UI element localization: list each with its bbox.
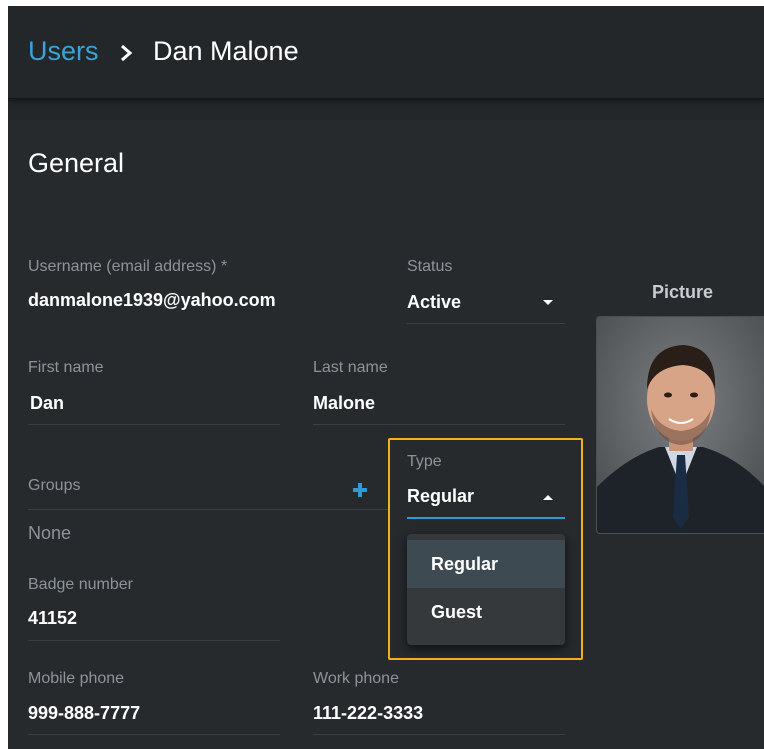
status-underline (407, 323, 565, 324)
work-phone-field[interactable]: 111-222-3333 (313, 703, 423, 724)
add-group-icon[interactable] (352, 482, 368, 498)
type-underline (407, 517, 565, 519)
work-phone-label: Work phone (313, 670, 399, 687)
badge-number-label: Badge number (28, 576, 133, 593)
user-avatar[interactable] (596, 316, 764, 534)
first-name-underline (28, 424, 280, 425)
type-label: Type (407, 453, 442, 470)
chevron-right-icon (121, 44, 133, 62)
type-dropdown-menu: Regular Guest (407, 534, 565, 645)
first-name-field[interactable]: Dan (30, 393, 64, 414)
last-name-field[interactable]: Malone (313, 393, 375, 414)
last-name-underline (313, 424, 565, 425)
username-field[interactable]: danmalone1939@yahoo.com (28, 290, 276, 311)
groups-underline (28, 509, 388, 510)
type-option-regular[interactable]: Regular (407, 540, 565, 588)
work-phone-underline (313, 734, 565, 735)
badge-number-underline (28, 640, 280, 641)
last-name-label: Last name (313, 359, 388, 376)
first-name-label: First name (28, 359, 104, 376)
type-select[interactable]: Regular (407, 486, 474, 507)
mobile-phone-underline (28, 734, 280, 735)
badge-number-field[interactable]: 41152 (28, 608, 77, 629)
type-option-guest[interactable]: Guest (407, 588, 565, 636)
picture-label: Picture (652, 282, 714, 302)
username-label: Username (email address) * (28, 258, 228, 275)
mobile-phone-label: Mobile phone (28, 670, 125, 687)
breadcrumb-users-link[interactable]: Users (28, 36, 99, 67)
section-title: General (28, 148, 125, 178)
status-label: Status (407, 258, 453, 275)
chevron-down-icon[interactable] (543, 300, 553, 305)
chevron-up-icon[interactable] (543, 495, 553, 500)
mobile-phone-field[interactable]: 999-888-7777 (28, 703, 140, 724)
app-window: Users Dan Malone General Username (email… (8, 6, 764, 749)
page-title: Dan Malone (153, 36, 299, 66)
groups-label: Groups (28, 477, 81, 494)
status-select[interactable]: Active (407, 292, 461, 313)
portrait-image (597, 317, 764, 533)
groups-empty-value: None (28, 523, 72, 543)
page-header: Users Dan Malone (8, 6, 764, 99)
